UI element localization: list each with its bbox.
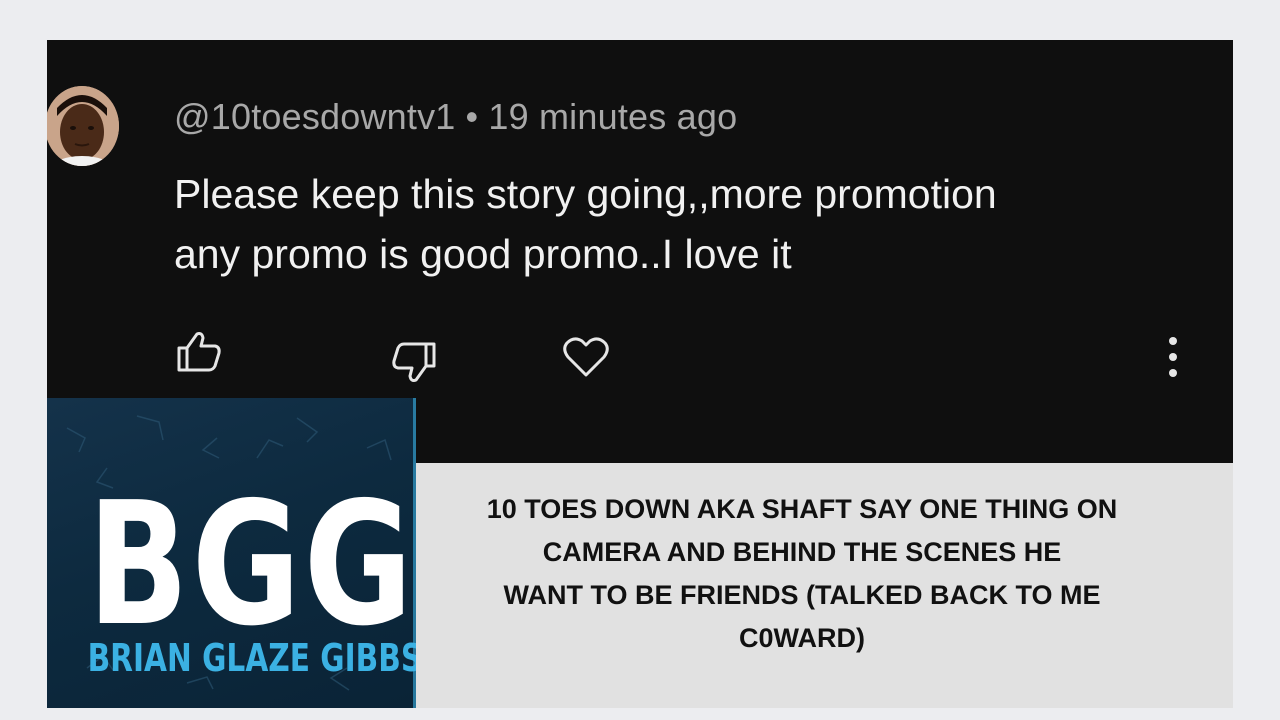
commenter-avatar[interactable] <box>47 86 119 166</box>
more-options-icon[interactable] <box>1161 334 1185 382</box>
logo-monogram: BGG <box>87 466 416 664</box>
comment-line: any promo is good promo..I love it <box>174 231 792 277</box>
meta-separator: • <box>465 96 479 137</box>
comment-time[interactable]: 19 minutes ago <box>488 96 737 137</box>
headline-line: CAMERA AND BEHIND THE SCENES HE <box>542 537 1062 567</box>
comment-body: Please keep this story going,,more promo… <box>174 164 1194 284</box>
headline-line: WANT TO BE FRIENDS (TALKED BACK TO ME <box>503 580 1101 610</box>
post-card: @10toesdowntv1 • 19 minutes ago Please kee… <box>47 40 1233 708</box>
logo-channel-name: BRIAN GLAZE GIBBS <box>87 636 416 680</box>
headline-line: 10 TOES DOWN AKA SHAFT SAY ONE THING ON <box>486 494 1118 524</box>
like-icon[interactable] <box>175 330 225 374</box>
comment-meta: @10toesdowntv1 • 19 minutes ago <box>174 96 737 138</box>
comment-author[interactable]: @10toesdowntv1 <box>174 96 456 137</box>
headline-line: C0WARD) <box>739 623 865 653</box>
comment-line: Please keep this story going,,more promo… <box>174 171 997 217</box>
heart-icon[interactable] <box>562 335 610 379</box>
channel-logo: BGG BRIAN GLAZE GIBBS <box>47 398 416 708</box>
post-headline: 10 TOES DOWN AKA SHAFT SAY ONE THING ON … <box>452 488 1152 660</box>
avatar-portrait-icon <box>47 86 119 166</box>
dislike-icon[interactable] <box>390 340 440 384</box>
